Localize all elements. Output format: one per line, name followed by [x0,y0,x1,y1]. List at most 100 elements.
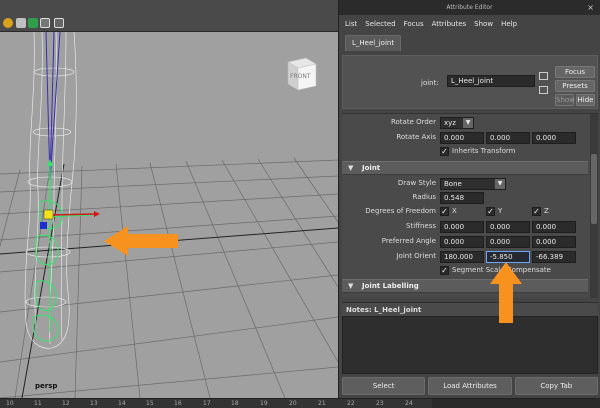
lighting-icon[interactable] [16,18,26,28]
scrollbar-thumb[interactable] [591,154,597,224]
select-button[interactable]: Select [342,377,426,395]
node-tab-row: L_Heel_joint [339,33,600,51]
show-button[interactable]: Show [555,94,575,106]
preferred-angle-label: Preferred Angle [381,237,436,245]
menu-attributes[interactable]: Attributes [432,20,467,28]
viewport-toolbar [0,0,338,32]
window-title: Attribute Editor [446,4,493,11]
focus-button[interactable]: Focus [555,66,595,78]
joint-orient-z-field[interactable]: -66.389 [532,251,576,263]
rotate-axis-row: Rotate Axis 0.000 0.000 0.000 [342,131,588,145]
draw-style-label: Draw Style [397,179,436,187]
joint-section-header[interactable]: ▼ Joint [342,161,588,175]
manipulator-center-handle[interactable] [43,209,54,220]
preferred-angle-x-field[interactable]: 0.000 [440,236,484,248]
inherits-transform-checkbox[interactable]: ✓ [440,147,449,156]
draw-style-dropdown[interactable]: Bone ▼ [440,178,506,190]
rotate-axis-x-field[interactable]: 0.000 [440,132,484,144]
manipulator-z-handle[interactable] [40,222,47,229]
input-connection-icon[interactable] [539,72,548,80]
time-tick: 18 [231,400,239,407]
time-tick: 10 [6,400,14,407]
notes-label: Notes: L_Heel_joint [342,302,598,316]
rotate-axis-y-field[interactable]: 0.000 [486,132,530,144]
stiffness-row: Stiffness 0.000 0.000 0.000 [342,220,588,234]
collapse-triangle-icon: ▼ [348,164,354,172]
isolate-icon[interactable] [28,18,38,28]
xray-cube-icon[interactable] [40,18,50,28]
preferred-angle-z-field[interactable]: 0.000 [532,236,576,248]
joint-section-title: Joint [362,164,381,172]
shading-sphere-icon[interactable] [3,18,13,28]
node-name-field[interactable]: L_Heel_joint [447,75,535,87]
view-cube-label: FRONT [290,73,311,80]
tab-l-heel-joint[interactable]: L_Heel_joint [345,35,402,51]
joint-labelling-section-header[interactable]: ▼ Joint Labelling [342,279,588,293]
time-tick: 19 [260,400,268,407]
time-tick: 16 [174,400,182,407]
menu-list[interactable]: List [345,20,357,28]
dof-x-label: X [452,207,457,215]
stiffness-z-field[interactable]: 0.000 [532,221,576,233]
annotation-arrow-up [490,262,522,323]
time-tick: 17 [203,400,211,407]
joint-orient-row: Joint Orient 180.000 -5.850 -66.389 [342,250,588,264]
manipulator-x-axis[interactable] [49,213,97,216]
rotate-order-dropdown[interactable]: xyz ▼ [440,117,474,129]
menu-focus[interactable]: Focus [404,20,424,28]
node-header: joint: L_Heel_joint Focus Presets Show H… [342,55,598,109]
skeleton-bones [45,32,61,183]
stiffness-x-field[interactable]: 0.000 [440,221,484,233]
menu-help[interactable]: Help [501,20,517,28]
3d-viewport[interactable]: FRONT persp [0,0,338,398]
close-icon[interactable]: × [587,0,594,15]
time-tick: 13 [90,400,98,407]
collapse-triangle-icon: ▼ [348,282,354,290]
degrees-of-freedom-label: Degrees of Freedom [365,207,436,215]
radius-field[interactable]: 0.548 [440,192,484,204]
rotate-axis-label: Rotate Axis [396,133,436,141]
manipulator-x-handle[interactable] [94,211,100,217]
load-attributes-button[interactable]: Load Attributes [428,377,512,395]
joint-orient-x-field[interactable]: 180.000 [440,251,484,263]
time-tick: 12 [62,400,70,407]
dof-x-checkbox[interactable]: ✓ [440,207,449,216]
time-tick: 14 [118,400,126,407]
dof-y-label: Y [498,207,503,215]
chevron-down-icon: ▼ [495,179,505,189]
bottom-button-bar: Select Load Attributes Copy Tab [342,377,598,395]
attribute-editor: Attribute Editor × List Selected Focus A… [338,0,600,398]
copy-tab-button[interactable]: Copy Tab [514,377,598,395]
menu-bar: List Selected Focus Attributes Show Help [339,15,600,33]
view-cube[interactable]: FRONT [284,52,318,92]
attribute-scroll-area[interactable]: Rotate Order xyz ▼ Rotate Axis 0.000 0.0… [342,113,598,298]
preferred-angle-y-field[interactable]: 0.000 [486,236,530,248]
time-tick: 22 [347,400,355,407]
radius-row: Radius 0.548 [342,191,588,205]
preferred-angle-row: Preferred Angle 0.000 0.000 0.000 [342,235,588,249]
hide-button[interactable]: Hide [576,94,595,106]
stiffness-y-field[interactable]: 0.000 [486,221,530,233]
draw-style-row: Draw Style Bone ▼ [342,177,588,191]
range-slider-area[interactable] [432,399,600,408]
time-tick: 20 [289,400,297,407]
presets-button[interactable]: Presets [555,80,595,92]
output-connection-icon[interactable] [539,86,548,94]
scrollbar[interactable] [590,114,598,298]
time-ruler[interactable]: 10 11 12 13 14 15 16 17 18 19 20 21 22 2… [0,398,600,408]
menu-show[interactable]: Show [474,20,493,28]
wireframe-cube-icon[interactable] [54,18,64,28]
menu-selected[interactable]: Selected [365,20,395,28]
segment-scale-row: ✓ Segment Scale Compensate [342,264,588,278]
time-tick: 21 [318,400,326,407]
dof-z-checkbox[interactable]: ✓ [532,207,541,216]
time-tick: 15 [146,400,154,407]
selected-joint-chain[interactable] [33,182,93,342]
degrees-of-freedom-row: Degrees of Freedom ✓ X ✓ Y ✓ Z [342,205,588,219]
dof-y-checkbox[interactable]: ✓ [486,207,495,216]
manipulator-y-handle[interactable] [47,159,53,166]
notes-textarea[interactable] [342,316,598,374]
inherits-transform-row: ✓ Inherits Transform [342,145,588,159]
rotate-axis-z-field[interactable]: 0.000 [532,132,576,144]
segment-scale-checkbox[interactable]: ✓ [440,266,449,275]
